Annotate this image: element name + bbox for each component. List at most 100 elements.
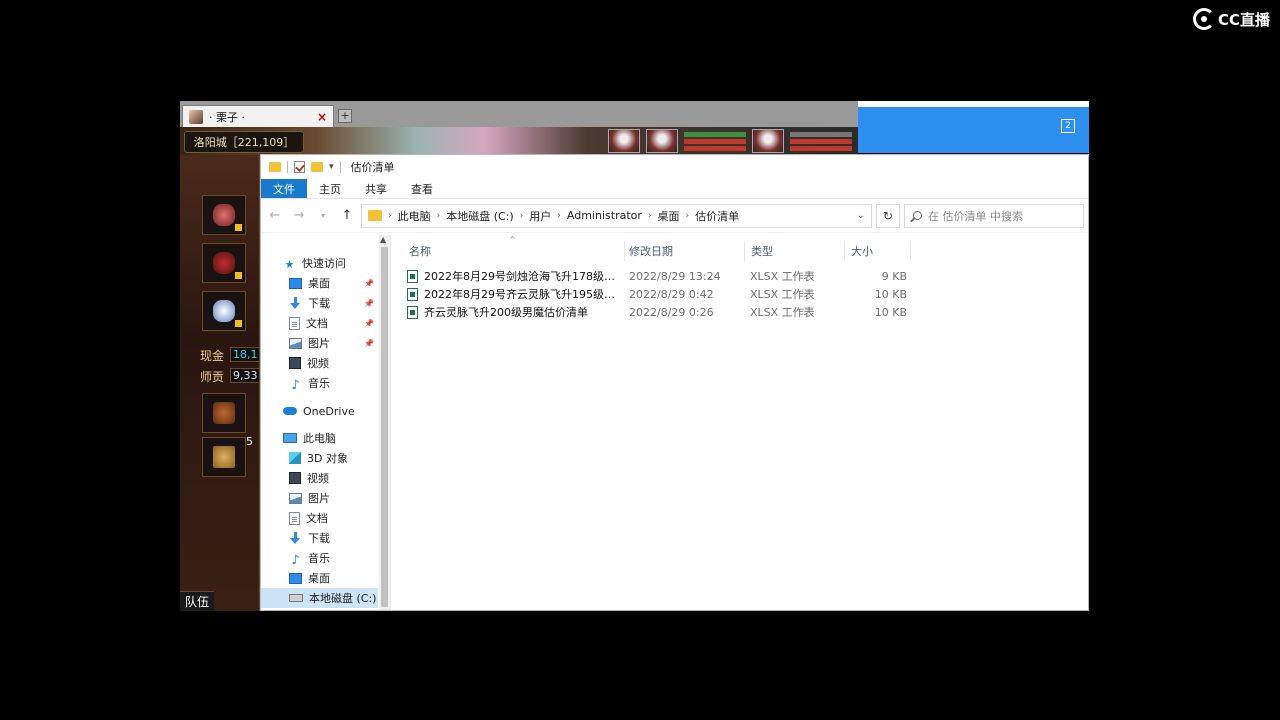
breadcrumb-item[interactable]: 本地磁盘 (C:) [446,208,513,224]
table-row[interactable]: 2022年8月29号剑烛沧海飞升178级女仙... 2022/8/29 13:2… [407,267,907,285]
nav-quick-pictures[interactable]: 图片 📌 [261,333,378,353]
breadcrumb-item[interactable]: 用户 [529,208,551,224]
inventory-slot[interactable] [202,437,246,477]
nav-pc-3d[interactable]: 3D 对象 [261,448,378,468]
chevron-right-icon[interactable]: › [686,211,690,221]
tab-home[interactable]: 主页 [307,179,353,198]
nav-quick-videos[interactable]: 视频 [261,353,378,373]
inventory-slot[interactable] [202,243,246,283]
tab-share[interactable]: 共享 [353,179,399,198]
file-type: XLSX 工作表 [750,270,815,283]
chevron-right-icon[interactable]: › [557,211,561,221]
back-arrow-icon[interactable]: ← [265,208,285,223]
breadcrumb-item[interactable]: 估价清单 [695,208,739,224]
nav-pc-videos[interactable]: 视频 [261,468,378,488]
lock-icon [235,224,242,231]
file-name: 齐云灵脉飞升200级男魔估价清单 [424,306,588,319]
pin-icon: 📌 [364,338,374,348]
forward-arrow-icon[interactable]: → [289,208,309,223]
picture-icon [289,492,302,504]
party-status [608,129,852,153]
nav-quick-desktop[interactable]: 桌面 📌 [261,273,378,293]
cube-icon [289,452,301,464]
lock-icon [235,320,242,327]
party-portrait[interactable] [608,129,640,153]
party-portrait[interactable] [752,129,784,153]
search-input[interactable]: 在 估价清单 中搜索 [904,203,1084,228]
inventory-slot[interactable] [202,393,246,433]
column-type[interactable]: 类型 [745,241,845,261]
star-icon: ★ [284,257,295,271]
inventory-slot[interactable] [202,195,246,235]
nav-pc-documents[interactable]: 文档 [261,508,378,528]
lock-icon [235,272,242,279]
column-headers: ^ 名称 修改日期 类型 大小 [391,235,1088,261]
nav-quick-access[interactable]: ★ 快速访问 [261,253,378,273]
file-date: 2022/8/29 0:42 [629,287,714,301]
column-size[interactable]: 大小 [845,241,911,261]
chevron-right-icon[interactable]: › [388,211,392,221]
breadcrumb-item[interactable]: 此电脑 [398,208,431,224]
game-tab[interactable]: · 栗子 · × [182,105,334,127]
nav-pc-pictures[interactable]: 图片 [261,488,378,508]
nav-quick-music[interactable]: ♪ 音乐 [261,373,378,393]
refresh-icon: ↻ [882,208,894,223]
game-inventory-panel: 现金 18,1 师贡 9,33 5 队伍 [180,155,260,611]
nav-pc-music[interactable]: ♪ 音乐 [261,548,378,568]
nav-scrollbar[interactable]: ▲ [379,235,390,610]
chevron-right-icon[interactable]: › [520,211,524,221]
breadcrumb-item[interactable]: 桌面 [658,208,680,224]
nav-this-pc[interactable]: 此电脑 [261,428,378,448]
breadcrumb-item[interactable]: Administrator [567,209,642,222]
item-count: 5 [246,435,253,448]
pin-icon: 📌 [364,318,374,328]
tab-view[interactable]: 查看 [399,179,445,198]
refresh-button[interactable]: ↻ [876,203,900,228]
team-button[interactable]: 队伍 [180,591,214,611]
window-count-icon[interactable]: 2 [1061,119,1075,133]
nav-onedrive[interactable]: OneDrive [261,401,378,421]
pin-icon: 📌 [364,278,374,288]
search-placeholder: 在 估价清单 中搜索 [928,209,1023,223]
new-folder-icon[interactable] [311,162,323,172]
desktop-icon [289,277,302,289]
address-bar[interactable]: › 此电脑 › 本地磁盘 (C:) › 用户 › Administrator ›… [361,203,872,228]
column-name[interactable]: 名称 [403,241,625,261]
excel-file-icon [407,287,418,301]
map-location: 洛阳城［221,109］ [184,131,304,153]
table-row[interactable]: 2022年8月29号齐云灵脉飞升195级男鬼 2022/8/29 0:42 XL… [407,285,907,303]
file-size: 10 KB [874,305,907,319]
recent-dropdown-icon[interactable]: ▾ [313,211,333,220]
background-window[interactable]: 2 [858,101,1089,153]
new-tab-button[interactable]: + [338,109,352,123]
address-row: ← → ▾ ↑ › 此电脑 › 本地磁盘 (C:) › 用户 › Adminis… [261,199,1088,233]
nav-quick-downloads[interactable]: 下载 📌 [261,293,378,313]
document-icon [289,511,300,525]
tab-close-icon[interactable]: × [317,110,327,124]
column-date[interactable]: 修改日期 [623,241,745,261]
chevron-right-icon[interactable]: › [648,211,652,221]
party-portrait[interactable] [646,129,678,153]
game-tab-bar: · 栗子 · × + [180,101,858,127]
tab-file[interactable]: 文件 [261,179,307,198]
pin-icon: 📌 [364,298,374,308]
table-row[interactable]: 齐云灵脉飞升200级男魔估价清单 2022/8/29 0:26 XLSX 工作表… [407,303,907,321]
quick-access-dropdown-icon[interactable]: ▾ [329,162,334,172]
chevron-right-icon[interactable]: › [437,211,441,221]
watermark-text: CC直播 [1217,10,1270,29]
chevron-down-icon[interactable]: ⌄ [857,210,865,221]
nav-pc-downloads[interactable]: 下载 [261,528,378,548]
file-date: 2022/8/29 0:26 [629,305,714,319]
scroll-up-icon[interactable]: ▲ [380,235,386,244]
nav-pc-local-disk[interactable]: 本地磁盘 (C:) [261,588,378,608]
video-icon [289,472,301,484]
up-arrow-icon[interactable]: ↑ [337,208,357,223]
file-size: 10 KB [874,287,907,301]
nav-pc-desktop[interactable]: 桌面 [261,568,378,588]
picture-icon [289,337,302,349]
excel-file-icon [407,305,418,319]
properties-icon[interactable] [294,161,305,173]
inventory-slot[interactable] [202,291,246,331]
nav-quick-documents[interactable]: 文档 📌 [261,313,378,333]
music-icon: ♪ [291,377,300,393]
